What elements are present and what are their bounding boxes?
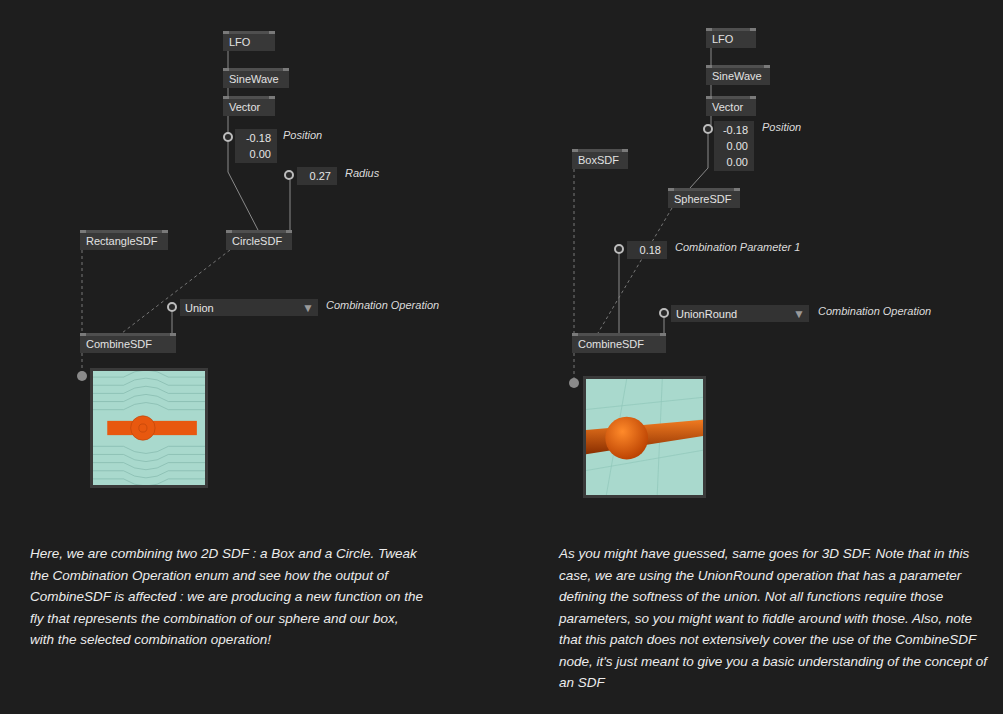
value-label: Position (762, 121, 801, 133)
value[interactable]: 0.00 (720, 138, 748, 154)
link (690, 134, 708, 188)
link (598, 208, 672, 333)
enum-dropdown[interactable]: Union ▼ (180, 299, 318, 316)
dropdown-value: UnionRound (676, 308, 737, 320)
patch-editor: LFO SineWave Vector RectangleSDF CircleSDF Co… (0, 0, 1003, 714)
pin-icon[interactable] (284, 170, 294, 180)
enum-dropdown[interactable]: UnionRound ▼ (671, 305, 809, 322)
pin-icon[interactable] (223, 132, 233, 142)
descriptions: Here, we are combining two 2D SDF : a Bo… (0, 530, 1003, 694)
patch-canvas: LFO SineWave Vector RectangleSDF CircleSDF Co… (0, 0, 1003, 530)
value-label: Radius (345, 167, 379, 179)
link (574, 169, 575, 333)
value-box[interactable]: -0.180.000.00 (714, 121, 754, 171)
sdf-2d-icon (93, 371, 205, 485)
pin-icon[interactable] (703, 124, 713, 134)
output-pin-icon[interactable] (77, 371, 87, 381)
link (711, 48, 712, 65)
link (82, 353, 83, 372)
node[interactable]: RectangleSDF (80, 230, 168, 250)
value[interactable]: 0.00 (720, 154, 748, 170)
node[interactable]: LFO (706, 28, 756, 48)
node[interactable]: SineWave (223, 68, 289, 88)
render-preview (90, 368, 208, 488)
sdf-3d-icon (586, 379, 703, 495)
node[interactable]: SineWave (706, 65, 770, 85)
link (172, 312, 173, 333)
link (82, 250, 83, 333)
description-text: Here, we are combining two 2D SDF : a Bo… (30, 543, 425, 694)
value-box[interactable]: -0.180.00 (235, 129, 277, 163)
render-preview (583, 376, 706, 498)
pin-icon[interactable] (167, 302, 177, 312)
dropdown-arrow-icon: ▼ (302, 301, 314, 315)
value-box[interactable]: 0.18 (627, 241, 667, 259)
link (122, 250, 230, 333)
link (228, 51, 229, 68)
value[interactable]: -0.18 (720, 122, 748, 138)
link (711, 116, 712, 125)
value-label: Combination Parameter 1 (675, 241, 800, 253)
node[interactable]: CombineSDF (80, 333, 176, 353)
pin-icon[interactable] (659, 308, 669, 318)
description-text: As you might have guessed, same goes for… (559, 543, 991, 694)
node[interactable]: SphereSDF (668, 188, 740, 208)
dropdown-label: Combination Operation (818, 305, 931, 317)
output-pin-icon[interactable] (569, 378, 579, 388)
dropdown-arrow-icon: ▼ (793, 307, 805, 321)
pin-icon[interactable] (614, 244, 624, 254)
link (574, 353, 575, 379)
value[interactable]: 0.18 (633, 242, 661, 258)
dropdown-label: Combination Operation (326, 299, 439, 311)
node[interactable]: Vector (706, 96, 756, 116)
value[interactable]: 0.27 (303, 168, 331, 184)
node[interactable]: CombineSDF (572, 333, 666, 353)
value[interactable]: 0.00 (241, 146, 271, 162)
node[interactable]: CircleSDF (226, 230, 292, 250)
link (619, 254, 620, 333)
value-box[interactable]: 0.27 (297, 167, 337, 185)
value-label: Position (283, 129, 322, 141)
node[interactable]: Vector (223, 96, 275, 116)
link (664, 318, 665, 333)
value[interactable]: -0.18 (241, 130, 271, 146)
node[interactable]: BoxSDF (572, 149, 628, 169)
node[interactable]: LFO (223, 31, 275, 51)
link (228, 116, 229, 133)
dropdown-value: Union (185, 302, 214, 314)
link (290, 180, 291, 230)
